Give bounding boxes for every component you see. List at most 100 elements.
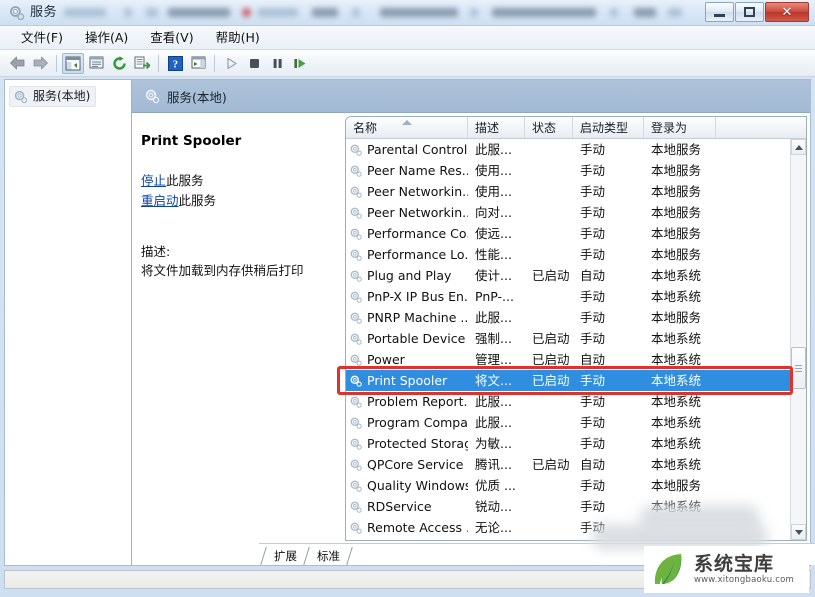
help-button[interactable]: ? [164,53,186,74]
restart-service-link-row[interactable]: 重启动此服务 [141,191,345,211]
cell-description: PnP-... [475,289,514,304]
play-icon [226,57,237,69]
show-tree-button[interactable] [62,52,84,74]
cell-name: Print Spooler [346,370,468,391]
column-logon[interactable]: 登录为 [644,117,716,138]
start-service-button[interactable] [220,53,242,74]
properties-icon [89,56,103,69]
tab-standard-label: 标准 [317,549,340,563]
table-row[interactable]: Peer Networkin... 向对... 手动 本地服务 [346,202,790,223]
close-button[interactable]: ✕ [765,2,809,22]
service-gear-icon [350,354,362,366]
tree-node-services-local[interactable]: 服务(本地) [9,86,97,107]
column-description-label: 描述 [475,121,500,135]
maximize-button[interactable] [735,2,764,22]
pause-icon [273,58,282,68]
leaf-logo-icon [650,551,688,589]
cell-description: 此服... [475,415,512,430]
cell-description: 使计... [475,268,512,283]
cell-logon: 本地服务 [651,478,702,493]
table-row[interactable]: Performance Co... 使远... 手动 本地服务 [346,223,790,244]
table-row[interactable]: Protected Storage 为敏... 手动 本地系统 [346,433,790,454]
column-blank[interactable] [716,117,806,138]
cell-name: Peer Networkin... [346,202,468,223]
cell-name: QPCore Service [346,454,468,475]
table-row[interactable]: PnP-X IP Bus En... PnP-... 手动 本地系统 [346,286,790,307]
cell-name-label: Performance Lo... [367,247,468,262]
service-gear-icon [349,332,363,346]
column-description[interactable]: 描述 [468,117,525,138]
tab-standard[interactable]: 标准 [304,547,353,565]
menu-action[interactable]: 操作(A) [74,28,139,48]
watermark: 系统宝库 www.xitongbaoku.com [644,546,809,593]
cell-name-label: PnP-X IP Bus En... [367,289,468,304]
menu-bar: 文件(F) 操作(A) 查看(V) 帮助(H) [0,26,815,50]
cell-startup: 手动 [580,226,606,241]
export-list-button[interactable] [131,53,153,74]
cell-startup: 手动 [580,436,606,451]
stop-service-button[interactable] [243,53,265,74]
table-row[interactable]: PNRP Machine ... 此服... 手动 本地服务 [346,307,790,328]
cell-name: Peer Name Res... [346,160,468,181]
cell-name: RDService [346,496,468,517]
cell-logon: 本地系统 [651,352,702,367]
service-gear-icon [349,395,363,409]
table-row[interactable]: Performance Lo... 性能... 手动 本地服务 [346,244,790,265]
cell-status: 已启动 [532,457,570,472]
cell-name: Problem Report... [346,391,468,412]
cell-status: 已启动 [532,331,570,346]
cell-description: 优质 ... [475,478,516,493]
scroll-up-button[interactable] [791,139,806,155]
restart-icon [293,58,305,68]
table-row[interactable]: Peer Networkin... 使用... 手动 本地服务 [346,181,790,202]
console-area: 服务(本地) 服务(本地) Print Spooler 停止此服务 重启动此服务… [4,79,815,566]
cell-description: 腾讯... [475,457,512,472]
watermark-text: 系统宝库 www.xitongbaoku.com [694,553,794,586]
cell-startup: 自动 [580,268,606,283]
menu-view[interactable]: 查看(V) [139,28,204,48]
menu-file[interactable]: 文件(F) [10,28,74,48]
cell-name-label: Portable Device ... [367,331,468,346]
service-gear-icon [350,312,362,324]
table-row[interactable]: Quality Windows... 优质 ... 手动 本地服务 [346,475,790,496]
cell-description: 使远... [475,226,512,241]
table-row[interactable]: Parental Controls 此服... 手动 本地服务 [346,139,790,160]
pause-service-button[interactable] [266,53,288,74]
description-text: 将文件加载到内存供稍后打印 [141,263,304,278]
table-row[interactable]: Peer Name Res... 使用... 手动 本地服务 [346,160,790,181]
vertical-scrollbar[interactable] [790,139,806,540]
service-gear-icon [350,228,362,240]
cell-startup: 手动 [580,373,606,388]
stop-service-link-row[interactable]: 停止此服务 [141,171,345,191]
back-button[interactable] [6,53,28,74]
cell-logon: 本地系统 [651,415,702,430]
scroll-down-button[interactable] [791,524,806,540]
restart-service-button[interactable] [289,53,311,74]
column-status[interactable]: 状态 [525,117,573,138]
table-row[interactable]: QPCore Service 腾讯... 已启动 自动 本地系统 [346,454,790,475]
table-row[interactable]: Problem Report... 此服... 手动 本地系统 [346,391,790,412]
cell-description: 此服... [475,142,512,157]
restart-service-link[interactable]: 重启动 [141,193,179,208]
forward-button[interactable] [29,53,51,74]
refresh-button[interactable] [108,53,130,74]
show-action-pane-button[interactable] [187,53,209,74]
menu-help[interactable]: 帮助(H) [205,28,271,48]
minimize-button[interactable] [705,2,734,22]
cell-description: 此服... [475,394,512,409]
stop-service-link[interactable]: 停止 [141,173,166,188]
scrollbar-thumb[interactable] [791,347,806,389]
tab-extended[interactable]: 扩展 [260,547,310,565]
tab-extended-label: 扩展 [274,549,297,563]
cell-name-label: Quality Windows... [367,478,468,493]
column-startup[interactable]: 启动类型 [573,117,644,138]
table-row[interactable]: Plug and Play 使计... 已启动 自动 本地系统 [346,265,790,286]
properties-button[interactable] [85,53,107,74]
cell-startup: 手动 [580,331,606,346]
table-row[interactable]: Portable Device ... 强制... 已启动手动 本地系统 [346,328,790,349]
table-row[interactable]: Program Compa... 此服... 手动 本地系统 [346,412,790,433]
table-row[interactable]: Power 管理... 已启动 自动 本地系统 [346,349,790,370]
table-row[interactable]: Print Spooler 将文... 已启动 手动 本地系统 [346,370,790,391]
column-name[interactable]: 名称 [346,117,468,138]
cell-name-label: Print Spooler [367,373,448,388]
